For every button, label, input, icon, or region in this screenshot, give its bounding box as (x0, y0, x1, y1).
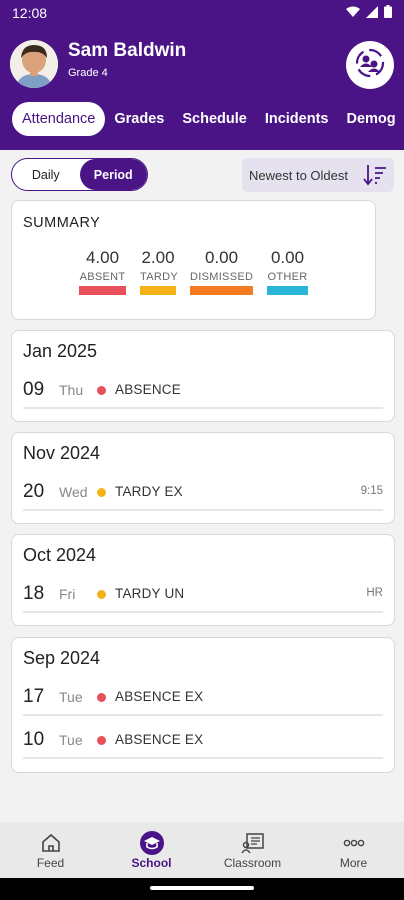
battery-icon (384, 5, 392, 21)
stat-label: TARDY (140, 271, 178, 283)
more-icon (343, 830, 365, 856)
nav-label: More (339, 856, 368, 870)
stat-bar (140, 286, 176, 295)
attendance-entry[interactable]: 17 Tue ABSENCE EX (23, 680, 383, 716)
tardy-dot-icon (97, 590, 106, 599)
absence-dot-icon (97, 386, 106, 395)
month-card-oct-2024: Oct 2024 18 Fri TARDY UN HR (11, 534, 395, 626)
nav-more[interactable]: More (303, 822, 404, 878)
month-title: Oct 2024 (23, 545, 97, 565)
month-title: Sep 2024 (23, 648, 101, 668)
nav-label: Classroom (223, 856, 282, 870)
switch-users-icon (353, 46, 387, 85)
section-tabs: Attendance Grades Schedule Incidents Dem… (0, 102, 404, 136)
entry-type: ABSENCE EX (115, 689, 204, 704)
stat-value: 2.00 (141, 248, 175, 267)
student-name: Sam Baldwin (68, 40, 187, 61)
month-title: Jan 2025 (23, 341, 98, 361)
home-icon (40, 830, 62, 856)
stat-value: 0.00 (270, 248, 305, 267)
stat-absent: 4.00 ABSENT (79, 248, 126, 295)
school-icon (139, 830, 165, 856)
stat-other: 0.00 OTHER (267, 248, 308, 295)
summary-card: SUMMARY 4.00 ABSENT 2.00 TARDY 0.00 DISM… (11, 200, 376, 320)
entry-day: 18 (23, 583, 45, 604)
entry-type: TARDY UN (115, 586, 185, 601)
student-grade: Grade 4 (68, 67, 108, 79)
stat-bar (190, 286, 253, 295)
wifi-icon (346, 5, 360, 21)
entry-weekday: Thu (59, 382, 84, 398)
month-card-nov-2024: Nov 2024 20 Wed TARDY EX 9:15 (11, 432, 395, 524)
classroom-icon (240, 830, 265, 856)
toggle-period[interactable]: Period (79, 159, 147, 190)
month-title: Nov 2024 (23, 443, 101, 463)
entry-weekday: Fri (59, 586, 76, 602)
entry-period: HR (366, 587, 383, 599)
stat-label: ABSENT (79, 271, 126, 283)
tab-demographics[interactable]: Demog (337, 102, 404, 136)
sort-button[interactable]: Newest to Oldest (242, 158, 394, 192)
stat-value: 4.00 (85, 248, 120, 267)
attendance-controls: Daily Period Newest to Oldest (0, 150, 404, 198)
sort-descending-icon (363, 164, 387, 189)
switch-student-button[interactable] (346, 41, 394, 89)
stat-label: DISMISSED (190, 271, 254, 283)
entry-weekday: Wed (59, 484, 88, 500)
signal-icon (366, 5, 378, 21)
avatar[interactable] (10, 40, 58, 88)
status-bar: 12:08 (0, 0, 404, 26)
tab-grades[interactable]: Grades (105, 102, 173, 136)
status-time: 12:08 (12, 5, 48, 21)
tab-schedule[interactable]: Schedule (173, 102, 255, 136)
entry-day: 09 (23, 379, 45, 400)
attendance-entry[interactable]: 10 Tue ABSENCE EX (23, 723, 383, 759)
entry-type: ABSENCE (115, 382, 181, 397)
entry-day: 10 (23, 729, 45, 750)
nav-school[interactable]: School (101, 822, 202, 878)
entry-type: TARDY EX (115, 484, 183, 499)
entry-day: 20 (23, 481, 45, 502)
tab-attendance[interactable]: Attendance (12, 102, 106, 136)
toggle-daily[interactable]: Daily (12, 159, 80, 190)
bottom-navigation: Feed School Classroom More (0, 822, 404, 878)
home-indicator[interactable] (150, 886, 254, 890)
nav-label: Feed (36, 856, 65, 870)
entry-type: ABSENCE EX (115, 732, 204, 747)
stat-bar (79, 286, 126, 295)
absence-dot-icon (97, 736, 106, 745)
entry-period: 9:15 (360, 485, 383, 497)
attendance-entry[interactable]: 09 Thu ABSENCE (23, 373, 383, 409)
absence-dot-icon (97, 693, 106, 702)
stat-bar (267, 286, 308, 295)
gesture-bar (0, 878, 404, 900)
stat-value: 0.00 (204, 248, 239, 267)
entry-day: 17 (23, 686, 45, 707)
attendance-entry[interactable]: 20 Wed TARDY EX 9:15 (23, 475, 383, 511)
attendance-entry[interactable]: 18 Fri TARDY UN HR (23, 577, 383, 613)
stat-label: OTHER (267, 271, 308, 283)
tardy-dot-icon (97, 488, 106, 497)
nav-classroom[interactable]: Classroom (202, 822, 303, 878)
month-card-jan-2025: Jan 2025 09 Thu ABSENCE (11, 330, 395, 422)
student-header: Sam Baldwin Grade 4 Attendance Grades Sc… (0, 26, 404, 150)
daily-period-toggle: Daily Period (11, 158, 148, 191)
nav-feed[interactable]: Feed (0, 822, 101, 878)
entry-weekday: Tue (59, 732, 83, 748)
nav-label: School (131, 856, 172, 870)
stat-tardy: 2.00 TARDY (140, 248, 178, 295)
tab-incidents[interactable]: Incidents (256, 102, 338, 136)
sort-label: Newest to Oldest (249, 167, 348, 183)
entry-weekday: Tue (59, 689, 83, 705)
summary-title: SUMMARY (23, 215, 101, 231)
stat-dismissed: 0.00 DISMISSED (190, 248, 253, 295)
month-card-sep-2024: Sep 2024 17 Tue ABSENCE EX 10 Tue ABSENC… (11, 637, 395, 773)
